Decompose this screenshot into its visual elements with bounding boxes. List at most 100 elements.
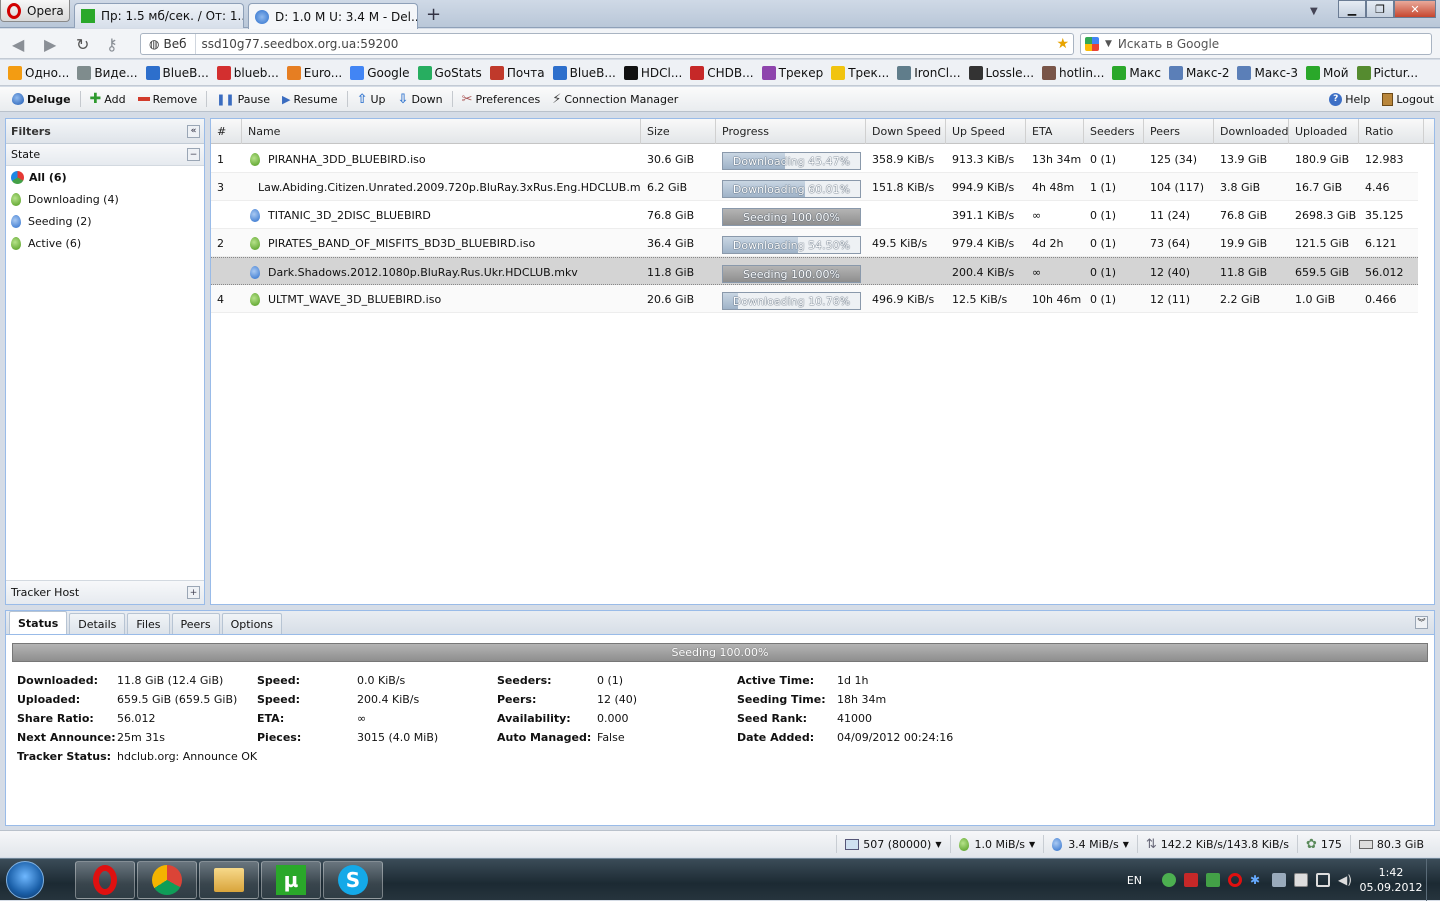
column-header-uploaded[interactable]: Uploaded — [1289, 119, 1359, 144]
column-header-size[interactable]: Size — [641, 119, 716, 144]
bookmark-item[interactable]: Макс-2 — [1168, 65, 1229, 80]
show-desktop-button[interactable] — [1426, 859, 1440, 901]
bookmark-item[interactable]: Pictur... — [1356, 65, 1418, 80]
language-indicator[interactable]: EN — [1127, 874, 1142, 887]
bookmark-item[interactable]: hotlin... — [1042, 65, 1104, 80]
tab-peers[interactable]: Peers — [171, 613, 220, 634]
logout-button[interactable]: Logout — [1376, 89, 1440, 109]
column-header-peers[interactable]: Peers — [1144, 119, 1214, 144]
bookmark-item[interactable]: IronCl... — [897, 65, 961, 80]
clock[interactable]: 1:42 05.09.2012 — [1356, 865, 1426, 895]
column-header-name[interactable]: Name — [242, 119, 641, 144]
bookmark-item[interactable]: Макс-3 — [1237, 65, 1298, 80]
table-row[interactable]: 1 PIRANHA_3DD_BLUEBIRD.iso 30.6 GiB Downloa… — [211, 145, 1418, 173]
table-row[interactable]: TITANIC_3D_2DISC_BLUEBIRD 76.8 GiB Seeding… — [211, 201, 1418, 229]
pause-button[interactable]: ❚❚ Pause — [210, 89, 276, 109]
tray-opera-icon[interactable] — [1228, 873, 1242, 887]
address-url[interactable]: ssd10g77.seedbox.org.ua:59200 — [196, 37, 399, 51]
forward-icon[interactable]: ▶ — [44, 35, 56, 54]
connection-manager-button[interactable]: ⚡ Connection Manager — [546, 89, 684, 109]
browser-tab-2[interactable]: D: 1.0 M U: 3.4 M - Del... ✕ — [248, 3, 418, 29]
bookmark-item[interactable]: HDCl... — [623, 65, 682, 80]
bookmark-item[interactable]: Трек... — [831, 65, 889, 80]
column-header-num[interactable]: # — [211, 119, 242, 144]
upload-speed-status[interactable]: 3.4 MiB/s ▼ — [1043, 835, 1137, 853]
maximize-icon[interactable]: ❐ — [1366, 0, 1394, 18]
minimize-icon[interactable]: ▁ — [1338, 0, 1366, 18]
bookmark-item[interactable]: Мой — [1306, 65, 1349, 80]
column-header-ratio[interactable]: Ratio — [1359, 119, 1424, 144]
bookmark-item[interactable]: GoStats — [417, 65, 482, 80]
close-window-icon[interactable]: ✕ — [1394, 0, 1436, 18]
collapse-left-icon[interactable]: « — [187, 124, 200, 138]
tray-app-icon[interactable] — [1184, 873, 1198, 887]
network-tray-icon[interactable] — [1316, 873, 1330, 887]
tray-app-icon[interactable] — [1206, 873, 1220, 887]
help-button[interactable]: ? Help — [1323, 89, 1376, 109]
bookmark-item[interactable]: Макс — [1112, 65, 1161, 80]
taskbar-chrome[interactable] — [137, 861, 197, 899]
column-header-seeders[interactable]: Seeders — [1084, 119, 1144, 144]
queue-down-button[interactable]: ⇩ Down — [392, 89, 449, 109]
filter-item-active[interactable]: Active (6) — [6, 232, 204, 254]
tab-details[interactable]: Details — [69, 613, 126, 634]
browser-tab-1[interactable]: Пр: 1.5 мб/сек. / От: 1.... ✕ — [74, 3, 244, 28]
column-header-downloaded[interactable]: Downloaded — [1214, 119, 1289, 144]
tab-list-icon[interactable]: ▼ — [1310, 6, 1318, 17]
collapse-state-icon[interactable]: − — [187, 148, 200, 161]
table-row[interactable]: 2 PIRATES_BAND_OF_MISFITS_BD3D_BLUEBIRD.i… — [211, 229, 1418, 257]
column-header-progress[interactable]: Progress — [716, 119, 866, 144]
connections-status[interactable]: 507 (80000) ▼ — [836, 835, 949, 853]
opera-menu-button[interactable]: Opera — [0, 0, 70, 22]
bookmark-item[interactable]: Трекер — [761, 65, 823, 80]
tab-files[interactable]: Files — [127, 613, 170, 634]
address-bar[interactable]: ◍ Веб ssd10g77.seedbox.org.ua:59200 ★ — [140, 33, 1074, 55]
filter-item-seeding[interactable]: Seeding (2) — [6, 210, 204, 232]
resume-button[interactable]: ▶ Resume — [276, 89, 344, 109]
new-tab-button[interactable]: + — [426, 4, 441, 25]
bookmark-item[interactable]: Google — [350, 65, 410, 80]
table-row[interactable]: 4 ULTMT_WAVE_3D_BLUEBIRD.iso 20.6 GiB Downl… — [211, 285, 1418, 313]
bluetooth-icon[interactable]: ✱ — [1250, 873, 1264, 887]
start-button[interactable] — [6, 861, 44, 899]
bookmark-item[interactable]: Euro... — [286, 65, 342, 80]
key-icon[interactable]: ⚷ — [106, 35, 118, 54]
reload-icon[interactable]: ↻ — [76, 35, 89, 54]
bookmark-item[interactable]: BlueB... — [145, 65, 209, 80]
expand-tracker-icon[interactable]: + — [187, 586, 200, 599]
search-field[interactable]: ▼ Искать в Google — [1080, 33, 1432, 55]
column-header-eta[interactable]: ETA — [1026, 119, 1084, 144]
collapse-details-icon[interactable]: ︾ — [1415, 616, 1428, 629]
table-row[interactable]: 3 Law.Abiding.Citizen.Unrated.2009.720p.B… — [211, 173, 1418, 201]
remove-button[interactable]: Remove — [132, 89, 204, 109]
address-proto[interactable]: ◍ Веб — [141, 34, 196, 54]
bookmark-item[interactable]: Почта — [489, 65, 545, 80]
filter-item-downloading[interactable]: Downloading (4) — [6, 188, 204, 210]
tab-status[interactable]: Status — [9, 611, 68, 634]
state-header[interactable]: State − — [6, 144, 204, 166]
bookmark-item[interactable]: blueb... — [216, 65, 279, 80]
bookmark-item[interactable]: CHDB... — [690, 65, 754, 80]
tracker-host-header[interactable]: Tracker Host + — [6, 580, 204, 604]
queue-up-button[interactable]: ⇧ Up — [351, 89, 392, 109]
bookmark-item[interactable]: Одно... — [8, 65, 69, 80]
column-header-up[interactable]: Up Speed — [946, 119, 1026, 144]
bookmark-item[interactable]: Виде... — [77, 65, 138, 80]
volume-icon[interactable]: ◀) — [1338, 873, 1352, 887]
taskbar-utorrent[interactable]: µ — [261, 861, 321, 899]
preferences-button[interactable]: ✂ Preferences — [456, 89, 547, 109]
table-row[interactable]: Dark.Shadows.2012.1080p.BluRay.Rus.Ukr.H… — [211, 257, 1418, 285]
bookmark-star-icon[interactable]: ★ — [1056, 36, 1069, 52]
bookmark-item[interactable]: BlueB... — [552, 65, 616, 80]
filter-item-all[interactable]: All (6) — [6, 166, 204, 188]
flag-icon[interactable] — [1294, 873, 1308, 887]
taskbar-opera[interactable] — [75, 861, 135, 899]
add-button[interactable]: ✚ Add — [84, 89, 132, 109]
chevron-down-icon[interactable]: ▼ — [1105, 39, 1112, 49]
tray-app-icon[interactable] — [1162, 873, 1176, 887]
back-icon[interactable]: ◀ — [12, 35, 24, 54]
bookmark-item[interactable]: Lossle... — [968, 65, 1034, 80]
taskbar-explorer[interactable] — [199, 861, 259, 899]
tab-options[interactable]: Options — [221, 613, 283, 634]
column-header-down[interactable]: Down Speed — [866, 119, 946, 144]
